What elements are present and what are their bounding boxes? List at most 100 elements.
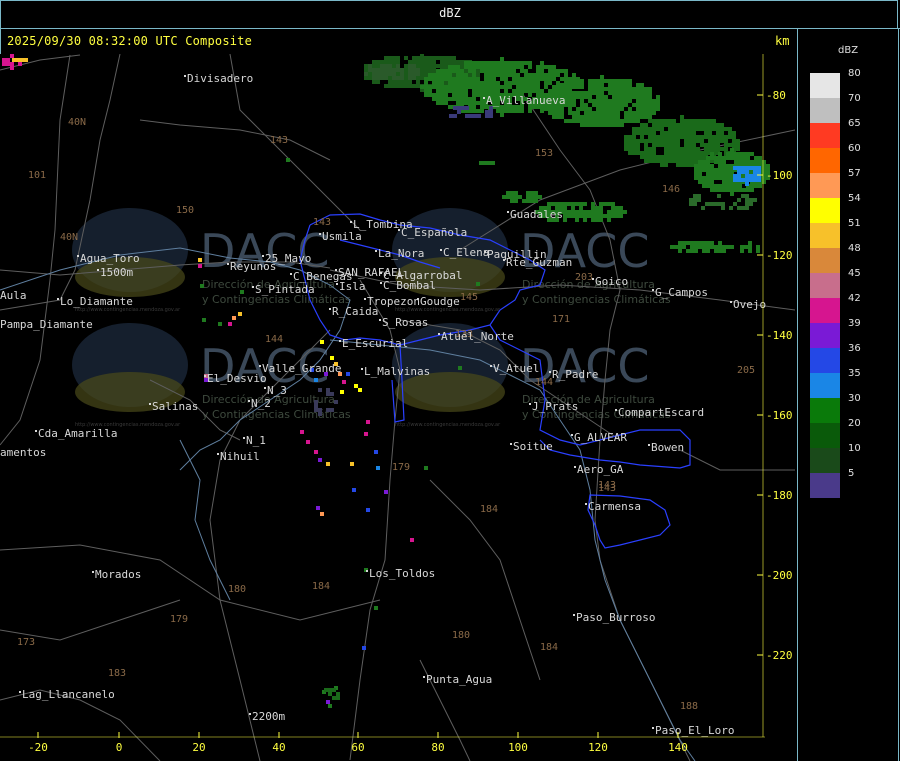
- echo-pixel: [480, 105, 484, 109]
- place-label[interactable]: Lo_Diamante: [60, 295, 133, 308]
- echo-pixel: [628, 95, 632, 99]
- place-label[interactable]: Usmila: [322, 230, 362, 243]
- echo-pixel: [540, 61, 544, 65]
- radar-map[interactable]: DACCDirección de Agriculturay Contingenc…: [0, 54, 795, 761]
- place-label[interactable]: Atuel_Norte: [441, 330, 514, 343]
- place-label[interactable]: G_Campos: [655, 286, 708, 299]
- echo-pixel: [330, 392, 334, 396]
- echo-pixel: [706, 172, 710, 176]
- echo-pixel: [496, 61, 500, 65]
- echo-pixel: [682, 245, 686, 249]
- echo-cell: [316, 506, 320, 510]
- echo-pixel: [636, 95, 640, 99]
- echo-pixel: [522, 199, 526, 203]
- echo-pixel: [20, 58, 24, 62]
- place-label[interactable]: Morados: [95, 568, 141, 581]
- echo-pixel: [416, 60, 420, 64]
- echo-pixel: [599, 218, 603, 222]
- echo-pixel: [532, 81, 536, 85]
- place-label[interactable]: J_Prats: [532, 400, 578, 413]
- place-label[interactable]: Soitue: [513, 440, 553, 453]
- place-label[interactable]: Ovejo: [733, 298, 766, 311]
- place-label[interactable]: A_Villanueva: [486, 94, 565, 107]
- place-label[interactable]: 2200m: [252, 710, 285, 723]
- place-label[interactable]: R_Caida: [332, 305, 378, 318]
- place-label[interactable]: Agua_Toro: [80, 252, 140, 265]
- place-label[interactable]: Divisadero: [187, 72, 253, 85]
- place-label[interactable]: 25_Mayo: [265, 252, 311, 265]
- place-label[interactable]: Rte_Guzman: [506, 256, 572, 269]
- legend-swatch: [810, 423, 840, 448]
- echo-pixel: [758, 184, 762, 188]
- echo-pixel: [762, 164, 766, 168]
- echo-pixel: [604, 99, 608, 103]
- place-label[interactable]: Goico: [595, 275, 628, 288]
- echo-pixel: [460, 64, 464, 68]
- echo-pixel: [484, 89, 488, 93]
- place-label[interactable]: Pampa_Diamante: [0, 318, 93, 331]
- place-label[interactable]: Goudge: [420, 295, 460, 308]
- echo-pixel: [440, 101, 444, 105]
- place-label[interactable]: R_Padre: [552, 368, 598, 381]
- echo-pixel: [592, 115, 596, 119]
- echo-pixel: [736, 147, 740, 151]
- place-label[interactable]: Aula: [0, 289, 27, 302]
- place-label[interactable]: Salinas: [152, 400, 198, 413]
- echo-pixel: [472, 77, 476, 81]
- place-label[interactable]: C_Bombal: [383, 279, 436, 292]
- echo-pixel: [492, 85, 496, 89]
- km-label-top: km: [775, 34, 790, 48]
- echo-pixel: [596, 115, 600, 119]
- echo-pixel: [592, 111, 596, 115]
- echo-pixel: [726, 176, 730, 180]
- place-label[interactable]: CompartEscard: [618, 406, 704, 419]
- place-label[interactable]: Paso_Burroso: [576, 611, 655, 624]
- echo-pixel: [380, 72, 384, 76]
- echo-pixel: [668, 119, 672, 123]
- place-label[interactable]: Paso_El_Loro: [655, 724, 734, 737]
- echo-pixel: [741, 194, 745, 198]
- echo-pixel: [453, 114, 457, 118]
- place-label[interactable]: C_Española: [401, 226, 467, 239]
- echo-pixel: [714, 168, 718, 172]
- place-label[interactable]: N_3: [267, 384, 287, 397]
- echo-cell: [318, 458, 322, 462]
- place-label[interactable]: N_2: [251, 397, 271, 410]
- place-label[interactable]: Punta_Agua: [426, 673, 492, 686]
- place-label[interactable]: L_Malvinas: [364, 365, 430, 378]
- place-label[interactable]: E_Escurial: [342, 337, 408, 350]
- echo-cell: [328, 704, 332, 708]
- place-label[interactable]: G_ALVEAR: [574, 431, 627, 444]
- place-label[interactable]: Aero_GA: [577, 463, 624, 476]
- echo-pixel: [583, 214, 587, 218]
- place-label[interactable]: La_Nora: [378, 247, 424, 260]
- echo-pixel: [591, 214, 595, 218]
- place-label[interactable]: Nihuil: [220, 450, 260, 463]
- place-label[interactable]: V_Atuel: [493, 362, 539, 375]
- place-label[interactable]: Cda_Amarilla: [38, 427, 117, 440]
- legend-swatch: [810, 298, 840, 323]
- place-label[interactable]: S_Pintada: [255, 283, 315, 296]
- echo-pixel: [722, 164, 726, 168]
- place-label[interactable]: N_1: [246, 434, 266, 447]
- place-label[interactable]: 1500m: [100, 266, 133, 279]
- place-label[interactable]: Lag_Llancanelo: [22, 688, 115, 701]
- place-label[interactable]: amentos: [0, 446, 46, 459]
- place-label[interactable]: Carmensa: [588, 500, 641, 513]
- place-marker: [380, 282, 382, 284]
- place-label[interactable]: Isla: [339, 280, 366, 293]
- place-label[interactable]: S_Rosas: [382, 316, 428, 329]
- place-marker: [35, 430, 37, 432]
- echo-pixel: [644, 115, 648, 119]
- echo-cell: [376, 466, 380, 470]
- place-label[interactable]: Bowen: [651, 441, 684, 454]
- echo-pixel: [500, 69, 504, 73]
- place-label[interactable]: Los_Toldos: [369, 567, 435, 580]
- place-label[interactable]: Guadales: [510, 208, 563, 221]
- place-label[interactable]: C_Elena: [443, 246, 489, 259]
- echo-pixel: [587, 214, 591, 218]
- echo-pixel: [721, 202, 725, 206]
- place-label[interactable]: El_Desvio: [207, 372, 267, 385]
- place-label[interactable]: Valle_Grande: [262, 362, 341, 375]
- echo-pixel: [504, 77, 508, 81]
